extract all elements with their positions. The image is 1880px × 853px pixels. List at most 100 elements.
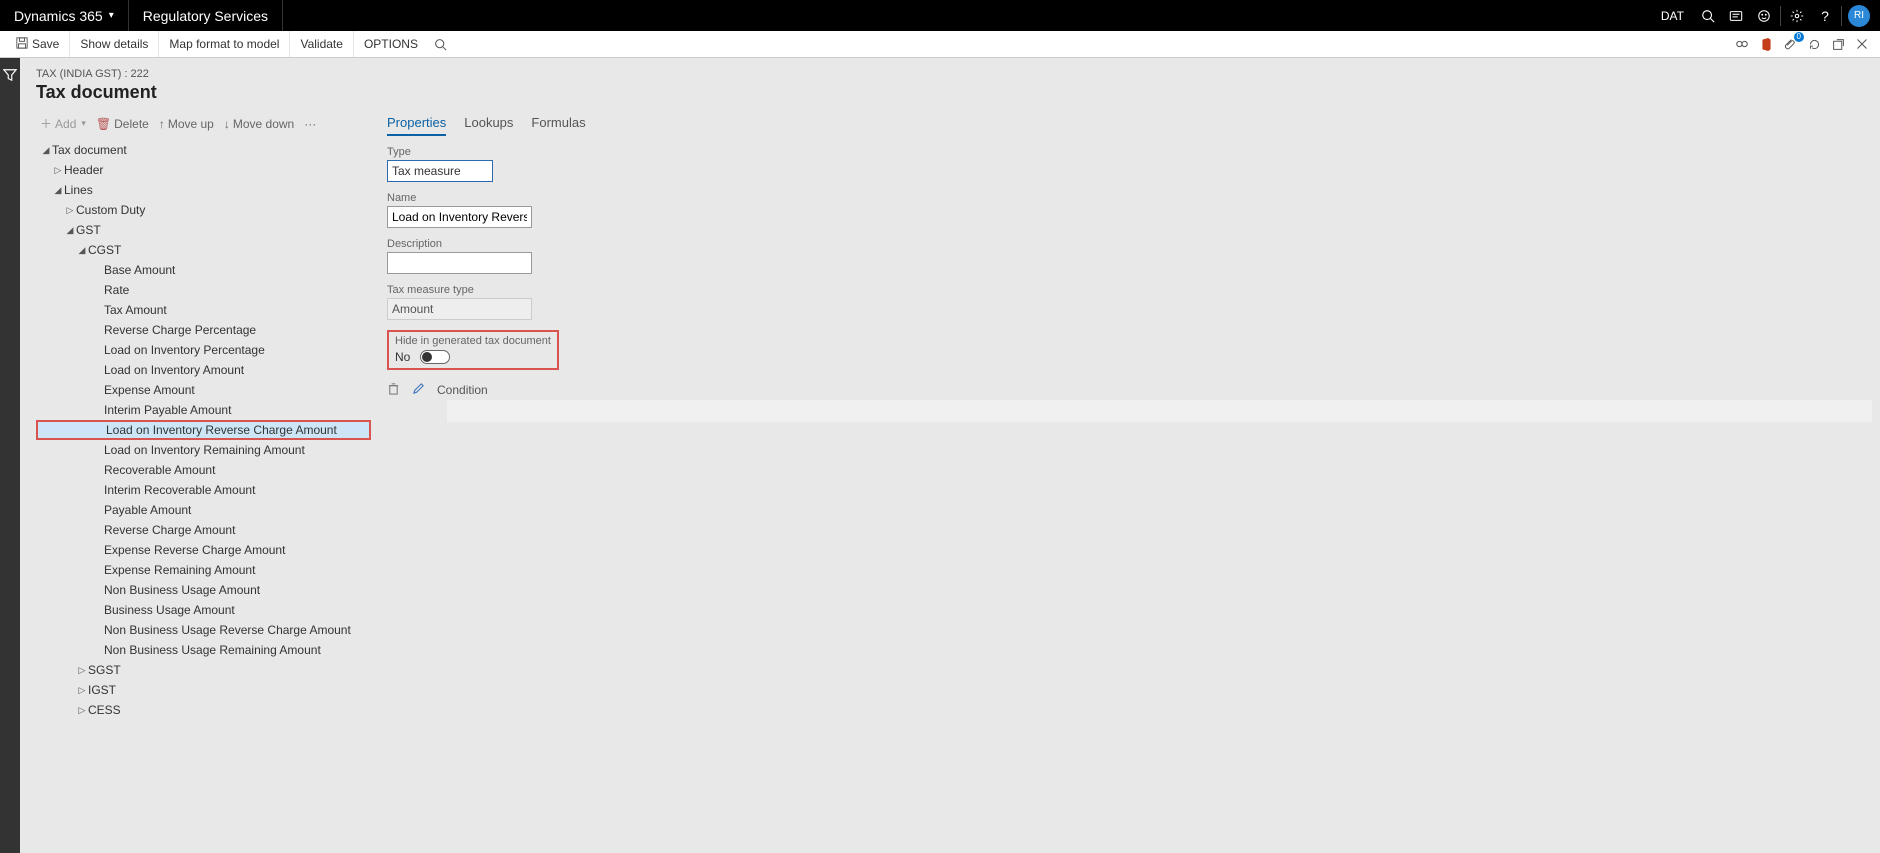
help-icon[interactable]: ? bbox=[1811, 0, 1839, 31]
tree: ◢Tax document ▷Header ◢Lines ▷Custom Dut… bbox=[36, 140, 371, 853]
description-label: Description bbox=[387, 238, 1872, 250]
tree-node[interactable]: ▷Interim Recoverable Amount bbox=[36, 480, 371, 500]
tree-node-cess[interactable]: ▷CESS bbox=[36, 700, 371, 720]
tab-formulas[interactable]: Formulas bbox=[531, 115, 585, 136]
top-nav-bar: Dynamics 365 ▾ Regulatory Services DAT ?… bbox=[0, 0, 1880, 31]
popout-icon[interactable] bbox=[1826, 31, 1850, 57]
office-icon[interactable] bbox=[1754, 31, 1778, 57]
tree-node[interactable]: ▷Load on Inventory Percentage bbox=[36, 340, 371, 360]
show-details-button[interactable]: Show details bbox=[70, 31, 159, 57]
options-button[interactable]: OPTIONS bbox=[354, 31, 428, 57]
tree-node-tax-document[interactable]: ◢Tax document bbox=[36, 140, 371, 160]
measure-type-label: Tax measure type bbox=[387, 284, 1872, 296]
map-format-label: Map format to model bbox=[169, 37, 279, 51]
delete-button[interactable]: 🗑Delete bbox=[96, 117, 149, 131]
map-format-button[interactable]: Map format to model bbox=[159, 31, 290, 57]
name-field[interactable] bbox=[387, 206, 532, 228]
tree-label: Expense Amount bbox=[104, 383, 195, 397]
smile-icon[interactable] bbox=[1750, 0, 1778, 31]
brand-label: Dynamics 365 bbox=[14, 8, 103, 24]
validate-button[interactable]: Validate bbox=[290, 31, 353, 57]
tree-node[interactable]: ▷Rate bbox=[36, 280, 371, 300]
tree-node[interactable]: ▷Load on Inventory Amount bbox=[36, 360, 371, 380]
avatar[interactable]: RI bbox=[1848, 5, 1870, 27]
description-field[interactable] bbox=[387, 252, 532, 274]
condition-edit-icon[interactable] bbox=[412, 382, 425, 398]
tree-node[interactable]: ▷Expense Reverse Charge Amount bbox=[36, 540, 371, 560]
tree-label: SGST bbox=[88, 663, 121, 677]
tree-node[interactable]: ▷Expense Amount bbox=[36, 380, 371, 400]
tree-node[interactable]: ▷Reverse Charge Amount bbox=[36, 520, 371, 540]
close-icon[interactable] bbox=[1850, 31, 1874, 57]
more-button[interactable]: ··· bbox=[304, 117, 316, 131]
tab-lookups[interactable]: Lookups bbox=[464, 115, 513, 136]
tree-node[interactable]: ▷Non Business Usage Remaining Amount bbox=[36, 640, 371, 660]
page-title: Tax document bbox=[36, 82, 1880, 103]
tree-node[interactable]: ▷Load on Inventory Remaining Amount bbox=[36, 440, 371, 460]
tree-node[interactable]: ▷Reverse Charge Percentage bbox=[36, 320, 371, 340]
tree-node-sgst[interactable]: ▷SGST bbox=[36, 660, 371, 680]
tree-node-lines[interactable]: ◢Lines bbox=[36, 180, 371, 200]
tree-label: Recoverable Amount bbox=[104, 463, 215, 477]
tree-node[interactable]: ▷Business Usage Amount bbox=[36, 600, 371, 620]
tree-toolbar: ＋Add▾ 🗑Delete ↑Move up ↓Move down ··· bbox=[36, 111, 371, 140]
tab-properties[interactable]: Properties bbox=[387, 115, 446, 136]
tree-node-cgst[interactable]: ◢CGST bbox=[36, 240, 371, 260]
show-details-label: Show details bbox=[80, 37, 148, 51]
tree-node[interactable]: ▷Non Business Usage Amount bbox=[36, 580, 371, 600]
tree-node[interactable]: ▷Tax Amount bbox=[36, 300, 371, 320]
link-icon[interactable] bbox=[1730, 31, 1754, 57]
tree-label: Non Business Usage Amount bbox=[104, 583, 260, 597]
move-up-button[interactable]: ↑Move up bbox=[159, 117, 214, 131]
tree-label: Lines bbox=[64, 183, 93, 197]
condition-delete-icon[interactable] bbox=[387, 382, 400, 398]
validate-label: Validate bbox=[300, 37, 342, 51]
tree-label: Base Amount bbox=[104, 263, 175, 277]
tree-node[interactable]: ▷Expense Remaining Amount bbox=[36, 560, 371, 580]
attachments-icon[interactable]: 0 bbox=[1778, 31, 1802, 57]
tree-node-custom-duty[interactable]: ▷Custom Duty bbox=[36, 200, 371, 220]
type-field[interactable]: Tax measure bbox=[387, 160, 493, 182]
measure-type-field[interactable] bbox=[387, 298, 532, 320]
condition-value-box[interactable] bbox=[447, 400, 1872, 422]
tree-label: Interim Payable Amount bbox=[104, 403, 231, 417]
tree-node[interactable]: ▷Base Amount bbox=[36, 260, 371, 280]
hide-toggle[interactable] bbox=[420, 350, 450, 364]
left-rail bbox=[0, 58, 20, 853]
move-down-button[interactable]: ↓Move down bbox=[224, 117, 294, 131]
tree-label: GST bbox=[76, 223, 101, 237]
tree-node[interactable]: ▷Interim Payable Amount bbox=[36, 400, 371, 420]
avatar-initials: RI bbox=[1854, 10, 1864, 21]
messages-icon[interactable] bbox=[1722, 0, 1750, 31]
toolbar-search-icon[interactable] bbox=[428, 31, 453, 57]
tree-node[interactable]: ▷Non Business Usage Reverse Charge Amoun… bbox=[36, 620, 371, 640]
add-button[interactable]: ＋Add▾ bbox=[40, 115, 86, 132]
detail-panel: Properties Lookups Formulas Type Tax mea… bbox=[371, 111, 1880, 853]
search-icon[interactable] bbox=[1694, 0, 1722, 31]
module-title[interactable]: Regulatory Services bbox=[129, 0, 283, 31]
filter-icon[interactable] bbox=[3, 68, 17, 87]
arrow-down-icon: ↓ bbox=[224, 117, 230, 131]
tree-label: CESS bbox=[88, 703, 121, 717]
company-code[interactable]: DAT bbox=[1651, 9, 1694, 23]
tree-node-gst[interactable]: ◢GST bbox=[36, 220, 371, 240]
tree-node-selected[interactable]: ▷Load on Inventory Reverse Charge Amount bbox=[36, 420, 371, 440]
tree-label: Business Usage Amount bbox=[104, 603, 235, 617]
options-label: OPTIONS bbox=[364, 37, 418, 51]
save-button[interactable]: Save bbox=[6, 31, 70, 57]
refresh-icon[interactable] bbox=[1802, 31, 1826, 57]
move-up-label: Move up bbox=[168, 117, 214, 131]
gear-icon[interactable] bbox=[1783, 0, 1811, 31]
add-label: Add bbox=[55, 117, 76, 131]
brand-menu[interactable]: Dynamics 365 ▾ bbox=[0, 0, 129, 31]
hide-field-highlight: Hide in generated tax document No bbox=[387, 330, 559, 370]
move-down-label: Move down bbox=[233, 117, 294, 131]
breadcrumb: TAX (INDIA GST) : 222 bbox=[36, 58, 1880, 80]
plus-icon: ＋ bbox=[40, 115, 52, 132]
tree-node-header[interactable]: ▷Header bbox=[36, 160, 371, 180]
tree-node-igst[interactable]: ▷IGST bbox=[36, 680, 371, 700]
command-bar: Save Show details Map format to model Va… bbox=[0, 31, 1880, 58]
tree-node[interactable]: ▷Recoverable Amount bbox=[36, 460, 371, 480]
tree-node[interactable]: ▷Payable Amount bbox=[36, 500, 371, 520]
type-value: Tax measure bbox=[392, 164, 461, 178]
